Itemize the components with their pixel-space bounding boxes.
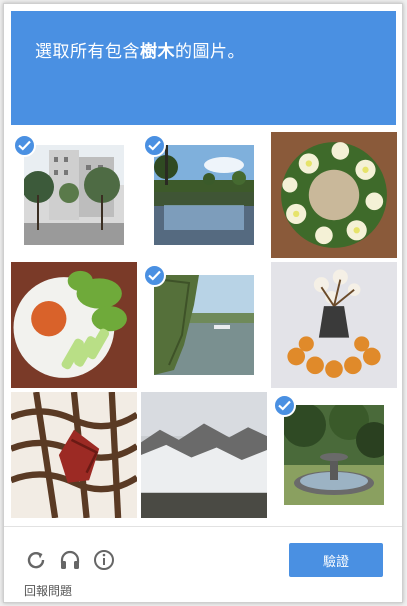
garden-fountain-image <box>284 405 384 505</box>
image-tile-7[interactable] <box>11 392 137 518</box>
flower-vase-pastries-image <box>271 262 397 388</box>
image-tile-1[interactable] <box>11 132 137 258</box>
chocolate-dessert-image <box>11 392 137 518</box>
challenge-prompt: 選取所有包含樹木的圖片。 <box>35 37 245 62</box>
flower-wreath-image <box>271 132 397 258</box>
pond-reflection-trees-image <box>154 145 254 245</box>
reload-icon[interactable] <box>24 548 48 572</box>
image-tile-3[interactable] <box>271 132 397 258</box>
image-tile-9[interactable] <box>271 392 397 518</box>
image-tile-2[interactable] <box>141 132 267 258</box>
report-problem-link[interactable]: 回報問題 <box>24 582 72 599</box>
buildings-trees-street-image <box>24 145 124 245</box>
snowy-mountains-image <box>141 392 267 518</box>
image-grid <box>11 132 398 520</box>
vegetable-platter-image <box>11 262 137 388</box>
image-tile-4[interactable] <box>11 262 137 388</box>
info-icon[interactable] <box>92 548 116 572</box>
lake-willow-tree-image <box>154 275 254 375</box>
prompt-target: 樹木 <box>140 42 175 62</box>
checkmark-icon <box>143 264 166 287</box>
checkmark-icon <box>13 134 36 157</box>
captcha-footer: 回報問題 驗證 <box>4 526 402 603</box>
verify-button[interactable]: 驗證 <box>289 543 383 577</box>
image-tile-5[interactable] <box>141 262 267 388</box>
headphones-icon[interactable] <box>58 548 82 572</box>
captcha-dialog: 選取所有包含樹木的圖片。 回報問題 驗證 <box>3 3 403 603</box>
checkmark-icon <box>273 394 296 417</box>
image-tile-6[interactable] <box>271 262 397 388</box>
challenge-header: 選取所有包含樹木的圖片。 <box>11 11 396 125</box>
image-tile-8[interactable] <box>141 392 267 518</box>
prompt-post: 的圖片。 <box>175 42 245 62</box>
checkmark-icon <box>143 134 166 157</box>
prompt-pre: 選取所有包含 <box>35 42 140 62</box>
